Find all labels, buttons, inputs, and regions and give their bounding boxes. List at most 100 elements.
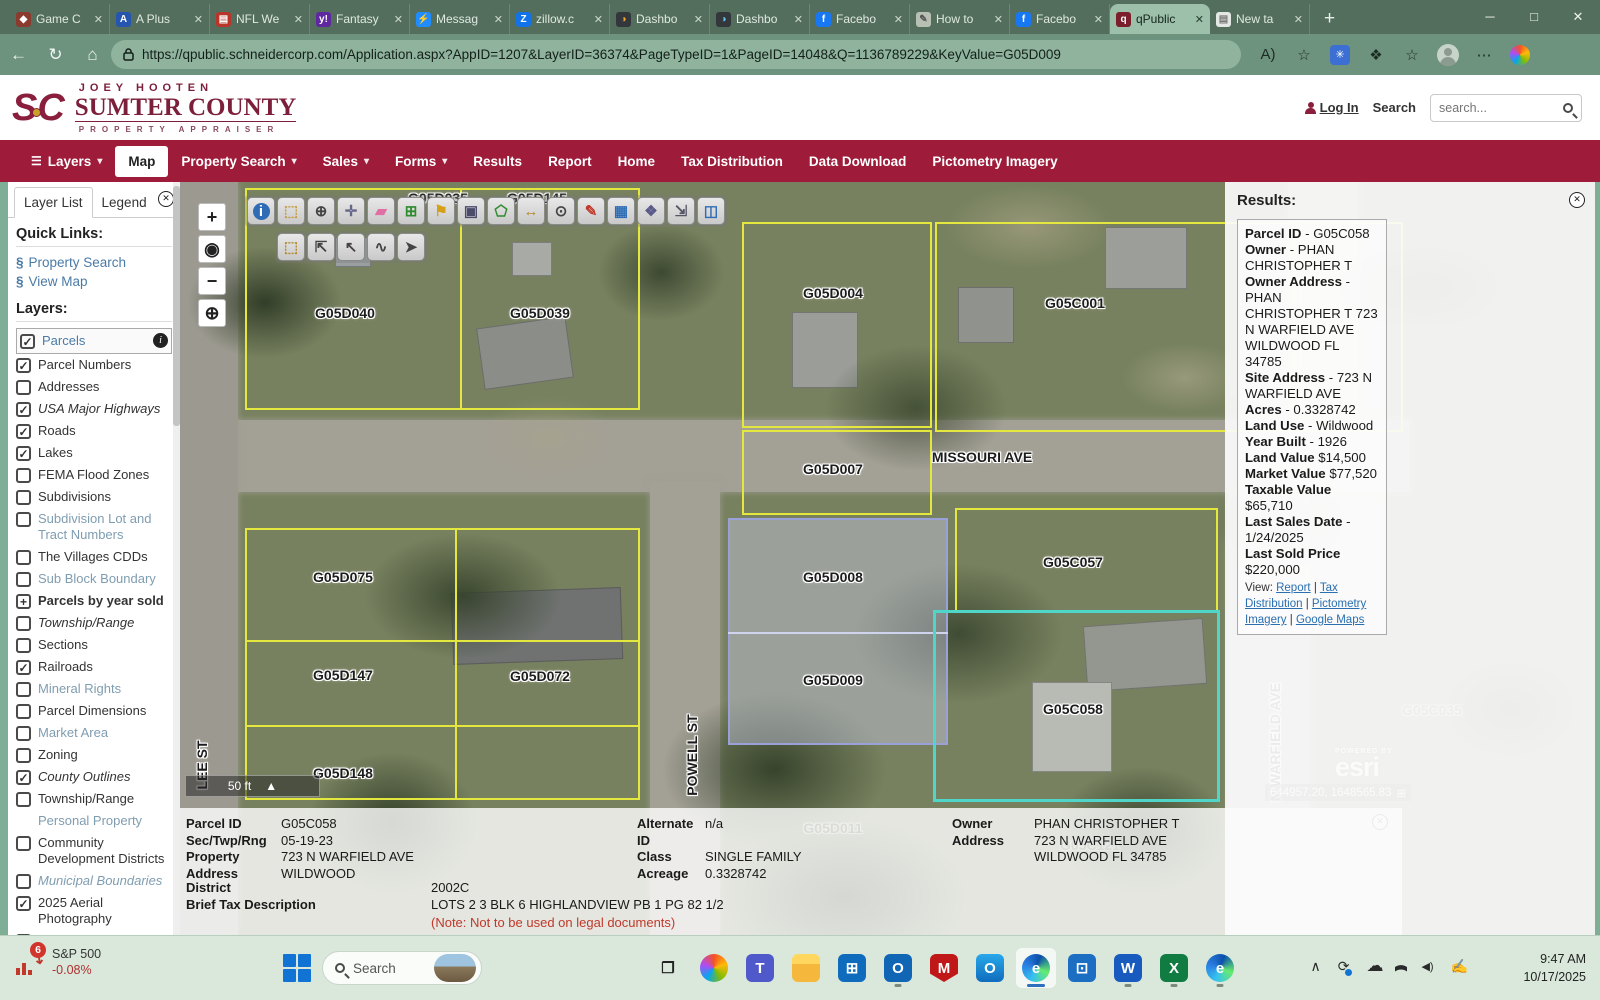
layer-row[interactable]: Parcel Dimensions (16, 700, 172, 722)
layer-checkbox[interactable] (16, 468, 31, 483)
layer-checkbox[interactable] (16, 490, 31, 505)
layer-row[interactable]: + Parcels by year sold (16, 590, 172, 612)
map-tool-button[interactable]: ⊕ (307, 197, 335, 225)
layer-checkbox[interactable] (16, 726, 31, 741)
layer-row[interactable]: ✓ Roads (16, 420, 172, 442)
taskbar-app[interactable]: ⊞ (832, 948, 872, 988)
sidebar-scrollbar[interactable] (173, 182, 180, 935)
map-tool-button[interactable]: ▦ (607, 197, 635, 225)
tab-close-icon[interactable]: ✕ (694, 13, 703, 26)
layer-row[interactable]: ✓ USA Major Highways (16, 398, 172, 420)
new-tab-button[interactable]: + (1310, 4, 1349, 34)
nav-item[interactable]: Results (460, 148, 535, 175)
layer-row[interactable]: Township/Range (16, 788, 172, 810)
layer-checkbox[interactable]: + (16, 594, 31, 609)
layer-checkbox[interactable] (16, 792, 31, 807)
layer-row[interactable]: ✓ County Outlines (16, 766, 172, 788)
scale-arrow-icon[interactable]: ▲ (265, 779, 277, 793)
browser-tab[interactable]: q qPublic ✕ (1110, 4, 1210, 34)
layer-row[interactable]: ✓ Railroads (16, 656, 172, 678)
layer-row[interactable]: Zoning (16, 744, 172, 766)
layer-row[interactable]: ✓ Parcels i (16, 328, 172, 354)
taskbar-app[interactable]: O (878, 948, 918, 988)
map-tool-button[interactable]: ◫ (697, 197, 725, 225)
layer-checkbox[interactable] (16, 616, 31, 631)
layer-checkbox[interactable] (16, 748, 31, 763)
map-tool-button[interactable]: ⚑ (427, 197, 455, 225)
layer-checkbox[interactable] (16, 836, 31, 851)
favorite-star-icon[interactable]: ☆ (1287, 40, 1321, 70)
taskbar-app[interactable] (786, 948, 826, 988)
refresh-icon[interactable]: ↻ (37, 45, 74, 65)
taskbar-app[interactable]: ⊡ (1062, 948, 1102, 988)
map-tool-button[interactable]: ⊙ (547, 197, 575, 225)
tab-close-icon[interactable]: ✕ (994, 13, 1003, 26)
taskbar-search[interactable]: Search (322, 951, 482, 985)
favorites-list-icon[interactable]: ☆ (1395, 40, 1429, 70)
pinned-extension-icon[interactable]: ✳ (1323, 40, 1357, 70)
layer-row[interactable]: ✓ 2025 Aerial Photography (16, 892, 172, 930)
browser-tab[interactable]: ◑ Dashbo ✕ (610, 4, 710, 34)
copilot-button[interactable] (1503, 40, 1537, 70)
nav-item[interactable]: Map (115, 146, 168, 177)
layer-row[interactable]: ✓ Parcel Numbers (16, 354, 172, 376)
browser-tab[interactable]: A A Plus ✕ (110, 4, 210, 34)
map-select-tool-button[interactable]: ⇱ (307, 233, 335, 261)
sync-icon[interactable]: ⟳ (1338, 958, 1350, 975)
map-select-tool-button[interactable]: ⬚ (277, 233, 305, 261)
quick-link-view-map[interactable]: §View Map (16, 272, 172, 291)
layer-row[interactable]: Mineral Rights (16, 678, 172, 700)
layer-row[interactable]: FEMA Flood Zones (16, 464, 172, 486)
map-zoom-button[interactable]: + (198, 203, 226, 231)
browser-tab[interactable]: Z zillow.c ✕ (510, 4, 610, 34)
taskbar-app[interactable]: e (1016, 948, 1056, 988)
nav-item[interactable]: Forms ▾ (382, 148, 460, 175)
address-bar[interactable]: https://qpublic.schneidercorp.com/Applic… (111, 40, 1241, 69)
results-close-icon[interactable]: ✕ (1569, 192, 1585, 208)
taskbar-app[interactable]: X (1154, 948, 1194, 988)
tab-close-icon[interactable]: ✕ (1094, 13, 1103, 26)
close-button[interactable]: ✕ (1556, 0, 1600, 34)
info-icon[interactable]: i (153, 333, 168, 348)
widgets-button[interactable]: ↘ 6 S&P 500 -0.08% (16, 946, 101, 978)
map-tool-button[interactable]: ▣ (457, 197, 485, 225)
nav-item[interactable]: Pictometry Imagery (919, 148, 1070, 175)
taskbar-app[interactable]: e (1200, 948, 1240, 988)
layer-row[interactable]: Subdivisions (16, 486, 172, 508)
layer-checkbox[interactable] (16, 704, 31, 719)
sidebar-close-icon[interactable]: ✕ (158, 191, 174, 207)
layer-row[interactable]: Market Area (16, 722, 172, 744)
map-tool-button[interactable]: ⬚ (277, 197, 305, 225)
settings-dots-icon[interactable]: ⋯ (1467, 40, 1501, 70)
pen-input-icon[interactable]: ✍ (1451, 958, 1468, 975)
google-maps-link[interactable]: Google Maps (1296, 614, 1364, 626)
nav-item[interactable]: Data Download (796, 148, 920, 175)
map-tool-button[interactable]: ⬠ (487, 197, 515, 225)
taskbar-app[interactable]: W (1108, 948, 1148, 988)
layer-row[interactable]: Sections (16, 634, 172, 656)
layer-row[interactable]: Personal Property (16, 810, 172, 832)
nav-item[interactable]: Tax Distribution (668, 148, 796, 175)
nav-item[interactable]: Home (605, 148, 669, 175)
layer-row[interactable]: Sub Block Boundary (16, 568, 172, 590)
map-zoom-button[interactable]: − (198, 267, 226, 295)
taskbar-app[interactable]: T (740, 948, 780, 988)
tab-close-icon[interactable]: ✕ (294, 13, 303, 26)
taskbar-app[interactable]: O (970, 948, 1010, 988)
nav-item[interactable]: ☰ Layers ▾ (18, 148, 115, 175)
layer-checkbox[interactable]: ✓ (16, 402, 31, 417)
browser-tab[interactable]: ✎ How to ✕ (910, 4, 1010, 34)
map-tool-button[interactable]: ⊞ (397, 197, 425, 225)
layer-checkbox[interactable]: ✓ (16, 660, 31, 675)
map-tool-button[interactable]: ❖ (637, 197, 665, 225)
layer-row[interactable]: Addresses (16, 376, 172, 398)
taskbar-app[interactable] (694, 948, 734, 988)
read-aloud-icon[interactable]: A) (1251, 40, 1285, 70)
layer-row[interactable]: ✓ Lakes (16, 442, 172, 464)
nav-item[interactable]: Report (535, 148, 605, 175)
browser-tab[interactable]: f Facebo ✕ (1010, 4, 1110, 34)
map-tool-button[interactable]: ✛ (337, 197, 365, 225)
login-link[interactable]: Log In (1305, 100, 1359, 115)
tab-close-icon[interactable]: ✕ (394, 13, 403, 26)
tab-close-icon[interactable]: ✕ (1294, 13, 1303, 26)
